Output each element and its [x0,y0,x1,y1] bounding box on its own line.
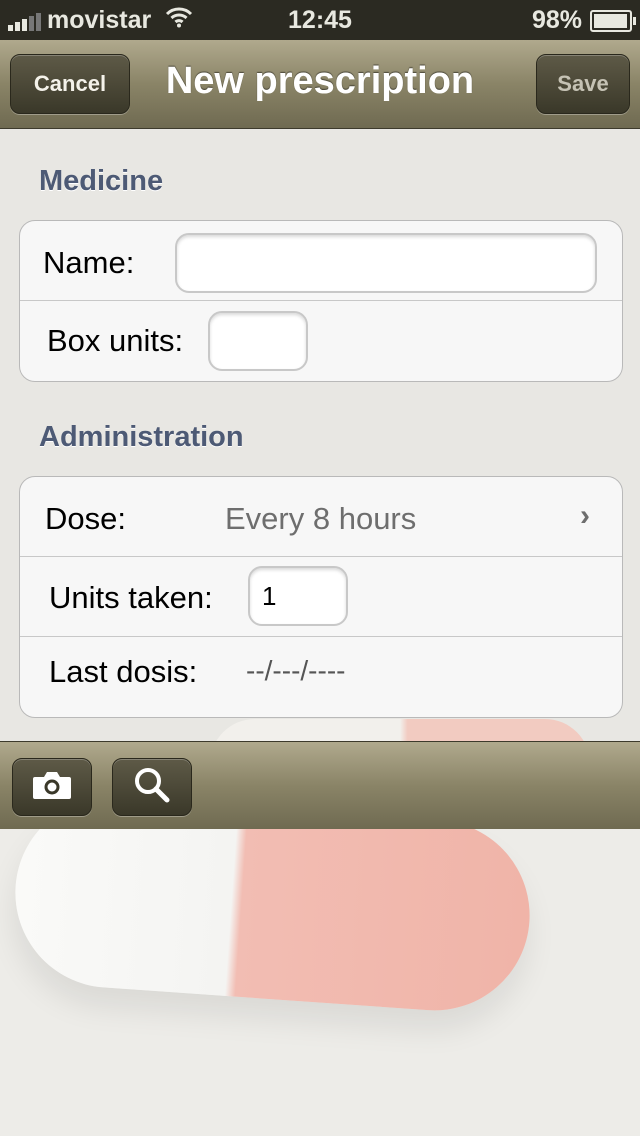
form-content[interactable]: Medicine Name: Box units: Administration… [0,129,640,741]
status-bar: movistar 12:45 98% [0,0,640,40]
background-area [0,829,640,1136]
section-title-medicine: Medicine [39,165,164,197]
box-units-label: Box units: [47,323,184,358]
last-dosis-label: Last dosis: [49,654,198,689]
box-units-input[interactable] [208,311,308,371]
box-units-row: Box units: [20,300,622,381]
section-title-administration: Administration [39,421,244,453]
name-label: Name: [43,245,135,280]
bottom-toolbar [0,741,640,829]
dose-label: Dose: [45,501,126,536]
save-button[interactable]: Save [536,54,630,114]
navigation-bar: Cancel New prescription Save [0,40,640,129]
camera-icon [31,769,73,806]
chevron-right-icon: › [580,499,590,532]
battery-group: 98% [531,6,636,35]
search-button[interactable] [112,758,192,816]
capsule-image [9,829,536,1017]
background-pill-image [210,719,590,741]
name-row: Name: [20,221,622,300]
dose-value: Every 8 hours [225,501,417,536]
name-input[interactable] [175,233,597,293]
medicine-group: Name: Box units: [19,220,623,382]
units-taken-label: Units taken: [49,580,213,615]
search-icon [132,765,172,810]
last-dosis-value: --/---/---- [246,655,346,686]
battery-icon [590,9,636,32]
dose-row[interactable]: Dose: Every 8 hours › [20,477,622,556]
last-dosis-row: Last dosis: --/---/---- [20,636,622,717]
camera-button[interactable] [12,758,92,816]
administration-group: Dose: Every 8 hours › Units taken: Last … [19,476,623,718]
units-taken-row: Units taken: [20,556,622,637]
units-taken-input[interactable] [248,566,348,626]
battery-percent: 98% [531,6,582,34]
